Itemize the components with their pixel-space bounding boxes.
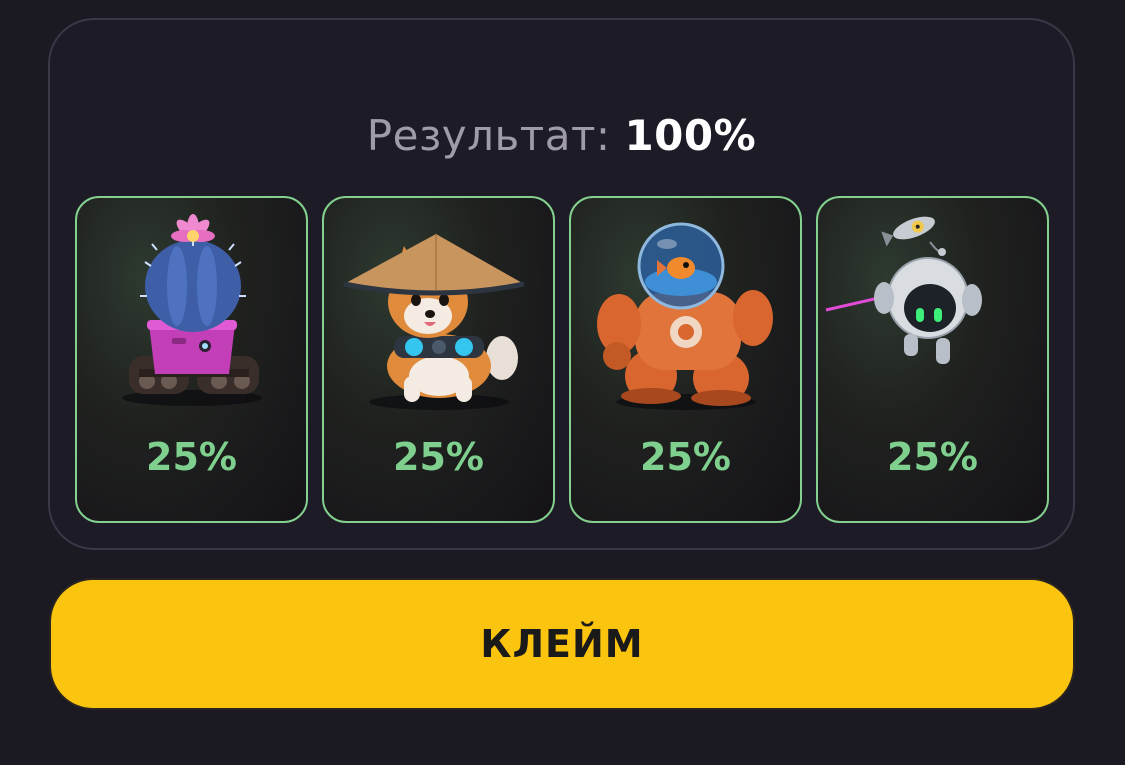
rewards-page: Результат: 100% 25% 25% 25% 25% КЛЕЙМ	[0, 0, 1125, 765]
card-percent: 25%	[146, 435, 237, 479]
result-title: Результат: 100%	[50, 110, 1073, 162]
reward-card-drone[interactable]: 25%	[816, 196, 1049, 523]
card-percent: 25%	[393, 435, 484, 479]
cactus-robot-icon	[122, 214, 262, 406]
claim-button[interactable]: КЛЕЙМ	[49, 578, 1075, 710]
result-label: Результат:	[366, 111, 611, 160]
shiba-dog-icon	[343, 234, 525, 410]
result-value: 100%	[624, 111, 757, 160]
reward-card-shiba[interactable]: 25%	[322, 196, 555, 523]
card-percent: 25%	[887, 435, 978, 479]
reward-card-fish-mech[interactable]: 25%	[569, 196, 802, 523]
drone-robot-icon	[825, 216, 982, 364]
card-percent: 25%	[640, 435, 731, 479]
fish-mech-icon	[597, 222, 773, 410]
reward-card-cactus[interactable]: 25%	[75, 196, 308, 523]
